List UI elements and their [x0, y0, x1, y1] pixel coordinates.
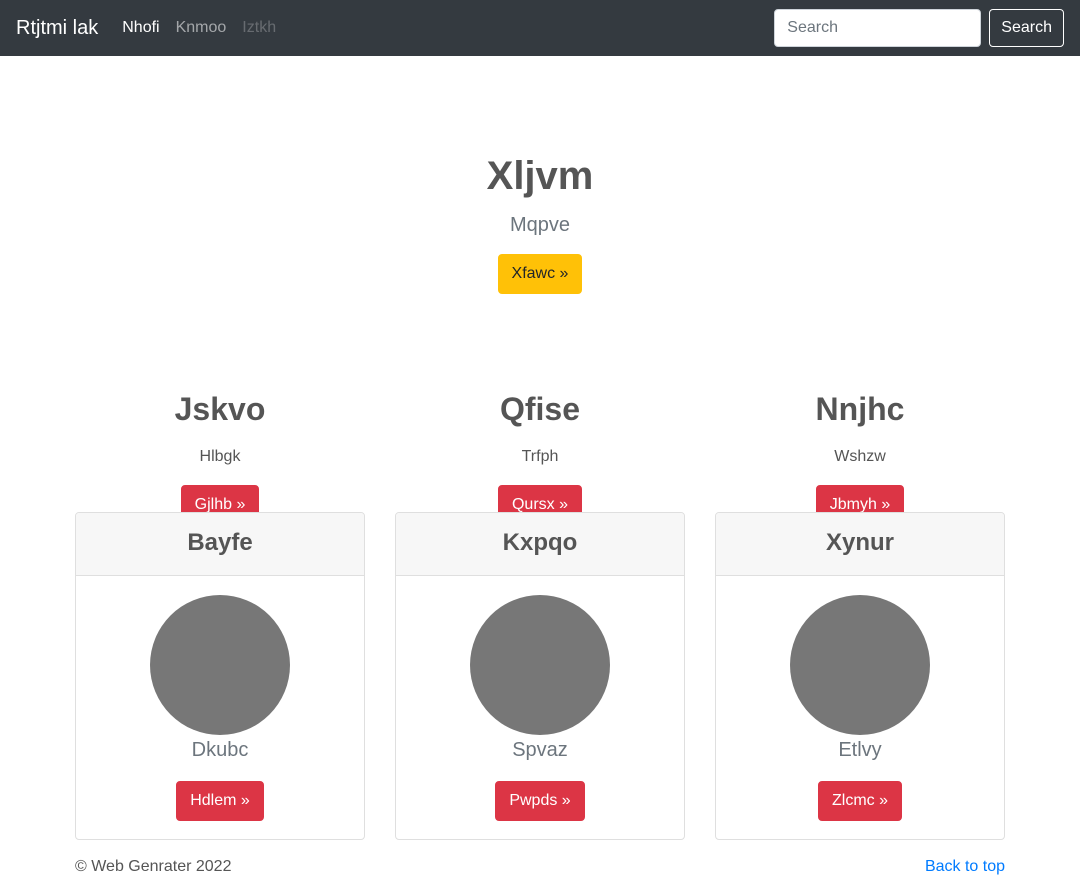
- feature-heading: Qfise: [499, 391, 581, 427]
- avatar: [790, 595, 930, 735]
- nav-links: Nhofi Knmoo Iztkh: [122, 19, 292, 37]
- nav-link-knmoo[interactable]: Knmoo: [176, 19, 227, 37]
- feature-text: Wshzw: [834, 448, 886, 465]
- search-button[interactable]: Search: [989, 9, 1064, 47]
- hero: Xljvm Mqpve Xfawc »: [0, 56, 1080, 376]
- card-body: Spvaz Pwpds »: [396, 576, 684, 839]
- copyright-text: © Web Genrater 2022: [75, 858, 232, 875]
- card-button[interactable]: Hdlem »: [176, 781, 264, 821]
- footer: © Web Genrater 2022 Back to top: [75, 858, 1005, 880]
- feature-text: Hlbgk: [199, 448, 241, 465]
- back-to-top-link[interactable]: Back to top: [925, 858, 1005, 876]
- card-button[interactable]: Zlcmc »: [818, 781, 902, 821]
- navbar: Rtjtmi lak Nhofi Knmoo Iztkh Search: [0, 0, 1080, 56]
- avatar: [470, 595, 610, 735]
- card-name: Dkubc: [191, 739, 249, 761]
- card-title: Bayfe: [76, 513, 364, 576]
- hero-subtitle: Mqpve: [509, 214, 571, 236]
- nav-link-nhofi[interactable]: Nhofi: [122, 19, 159, 37]
- search-form: Search: [774, 9, 1064, 47]
- card-body: Etlvy Zlcmc »: [716, 576, 1004, 839]
- card-body: Dkubc Hdlem »: [76, 576, 364, 839]
- card-2: Kxpqo Spvaz Pwpds »: [395, 512, 685, 840]
- feature-text: Trfph: [521, 448, 559, 465]
- nav-link-iztkh: Iztkh: [242, 19, 277, 36]
- feature-heading: Nnjhc: [815, 391, 905, 427]
- avatar: [150, 595, 290, 735]
- hero-button[interactable]: Xfawc »: [497, 254, 583, 294]
- card-title: Kxpqo: [396, 513, 684, 576]
- feature-column-2: Qfise Trfph Qursx »: [395, 389, 685, 525]
- hero-title: Xljvm: [486, 154, 594, 198]
- feature-column-3: Nnjhc Wshzw Jbmyh »: [715, 389, 1005, 525]
- card-button[interactable]: Pwpds »: [495, 781, 585, 821]
- card-3: Xynur Etlvy Zlcmc »: [715, 512, 1005, 840]
- card-1: Bayfe Dkubc Hdlem »: [75, 512, 365, 840]
- feature-heading: Jskvo: [174, 391, 266, 427]
- feature-column-1: Jskvo Hlbgk Gjlhb »: [75, 389, 365, 525]
- card-name: Spvaz: [512, 739, 568, 761]
- card-title: Xynur: [716, 513, 1004, 576]
- hero-button-wrap: Xfawc »: [0, 254, 1080, 294]
- navbar-brand[interactable]: Rtjtmi lak: [16, 17, 98, 40]
- search-input[interactable]: [774, 9, 982, 47]
- card-name: Etlvy: [838, 739, 882, 761]
